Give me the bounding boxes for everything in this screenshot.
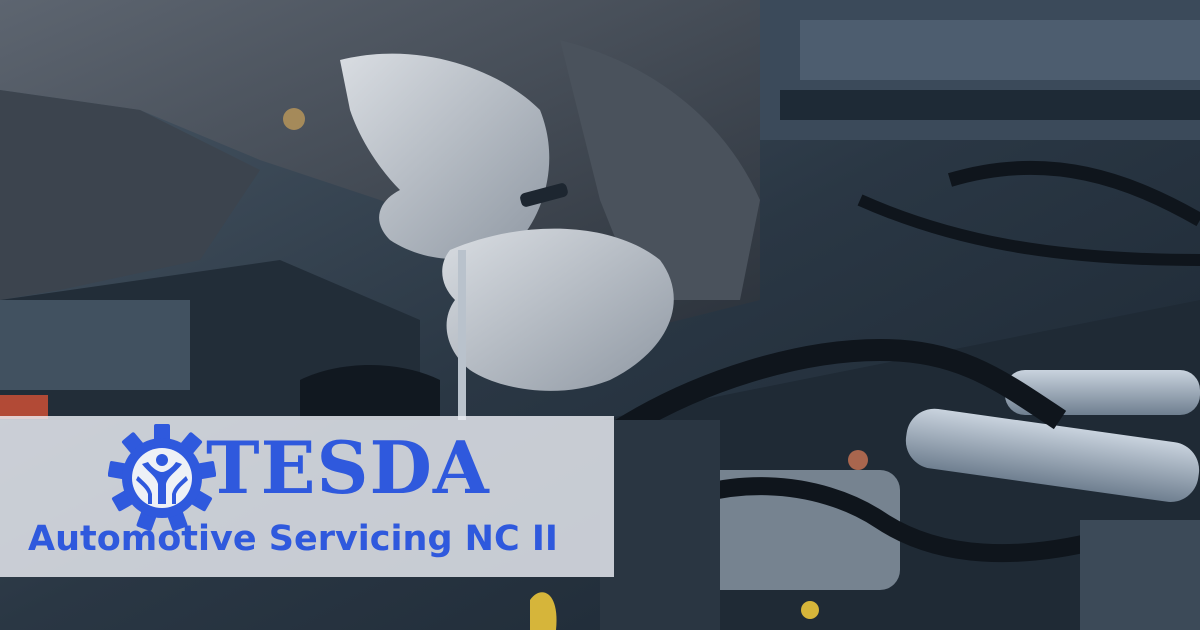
course-title: Automotive Servicing NC II bbox=[28, 519, 558, 559]
brand-title: TESDA bbox=[206, 425, 490, 510]
hero-card: TESDA Automotive Servicing NC II bbox=[0, 0, 1200, 630]
tesda-gear-emblem-icon bbox=[108, 424, 216, 531]
